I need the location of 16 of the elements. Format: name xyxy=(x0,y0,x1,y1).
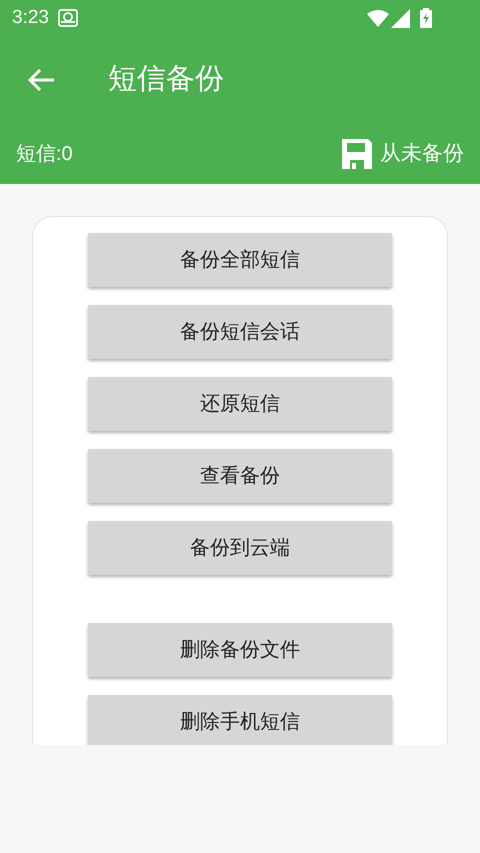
action-button[interactable]: 还原短信 xyxy=(88,377,392,431)
action-button[interactable]: 删除备份文件 xyxy=(88,623,392,677)
battery-icon xyxy=(420,8,432,28)
signal-icon xyxy=(391,8,410,28)
action-button[interactable]: 备份短信会话 xyxy=(88,305,392,359)
action-button[interactable]: 删除手机短信 xyxy=(88,695,392,745)
toolbar-title: 短信备份 xyxy=(108,62,224,98)
wifi-icon xyxy=(367,9,389,27)
back-arrow-icon xyxy=(28,68,56,92)
status-time: 3:23 xyxy=(12,6,49,30)
action-button[interactable]: 查看备份 xyxy=(88,449,392,503)
backup-status: 从未备份 xyxy=(380,141,464,168)
storage-icon xyxy=(56,8,79,28)
message-count: 短信:0 xyxy=(16,142,73,167)
action-button[interactable]: 备份全部短信 xyxy=(88,233,392,287)
action-button[interactable]: 备份到云端 xyxy=(88,521,392,575)
